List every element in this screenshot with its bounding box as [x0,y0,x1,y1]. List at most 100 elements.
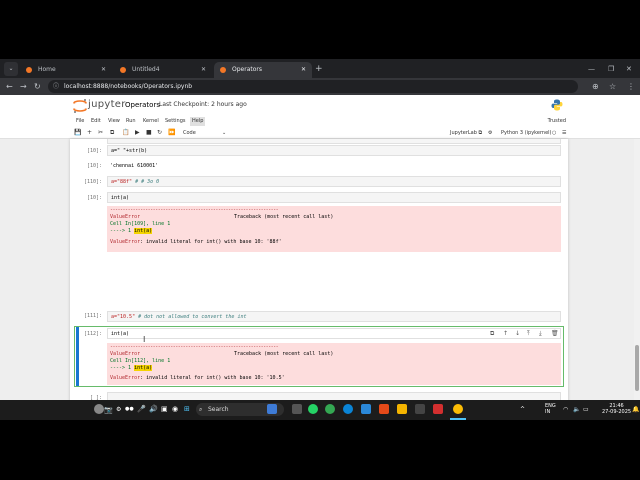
gear-icon[interactable]: ⚙ [488,128,492,138]
menu-run[interactable]: Run [124,117,138,126]
input-prompt: [111]: [83,313,102,319]
back-icon[interactable]: ← [6,80,13,93]
menu-settings[interactable]: Settings [163,117,188,126]
browser-tab-bar: ⌄ Home ✕ Untitled4 ✕ Operators ✕ + — ❐ ✕ [0,59,640,78]
language-indicator[interactable]: ENG IN [545,403,556,415]
move-down-icon[interactable]: ↓ [515,330,520,337]
url-input[interactable]: ⓘ localhost:8888/notebooks/Operators.ipy… [48,80,578,93]
widgets-icon[interactable] [94,404,104,414]
speaker-icon[interactable]: 🔈 [573,406,580,413]
reload-icon[interactable]: ↻ [34,80,41,93]
task-view-icon[interactable] [292,404,302,414]
jupyter-favicon-icon [120,67,126,73]
fast-forward-icon[interactable]: ⏩ [168,128,175,138]
paste-icon[interactable]: 📋 [122,128,129,138]
menu-file[interactable]: File [74,117,86,126]
settings-tray-icon[interactable]: ⚙ [116,406,121,413]
jupyter-menu-bar: File Edit View Run Kernel Settings Help … [0,116,640,127]
chrome-active-icon[interactable] [453,404,463,414]
empty-code-cell-input[interactable] [107,392,561,400]
checkpoint-status: Last Checkpoint: 2 hours ago [159,101,247,108]
close-window-icon[interactable]: ✕ [626,62,632,76]
insert-above-icon[interactable]: ⤒ [527,330,530,338]
notebook-title[interactable]: Operators [125,101,160,109]
restart-icon[interactable]: ↻ [157,128,162,138]
stop-icon[interactable]: ■ [146,128,152,138]
scrollbar-thumb[interactable] [635,345,639,391]
chrome-icon[interactable] [325,404,335,414]
stats-icon: ●● [125,406,134,412]
jupyterlab-button[interactable]: JupyterLab ⧉ [450,128,482,138]
code-cell-input[interactable]: a=" "+str(b) [107,145,561,156]
record-icon[interactable]: ◉ [172,405,178,413]
browser-tab-home[interactable]: Home ✕ [20,62,112,78]
clock[interactable]: 21:46 27-09-2025 [602,403,631,415]
whatsapp-icon[interactable] [308,404,318,414]
hamburger-icon[interactable]: ☰ [562,128,566,138]
microphone-icon[interactable]: 🎤 [137,405,146,413]
menu-view[interactable]: View [106,117,122,126]
notification-icon[interactable]: 🔔 [632,406,639,413]
bookmark-star-icon[interactable]: ☆ [609,80,616,93]
cell-output: 'chennai 610001' [110,163,159,169]
notebook-toolbar: 💾 + ✂ ⧉ 📋 ▶ ■ ↻ ⏩ Code ⌄ JupyterLab ⧉ ⚙ … [0,127,640,139]
code-cell-input[interactable]: a="10.5" # dot not allowed to convert th… [107,311,561,322]
trusted-indicator[interactable]: Trusted [548,117,566,126]
close-tab-icon[interactable]: ✕ [201,62,206,78]
edge-icon[interactable] [343,404,353,414]
code-cell-input[interactable]: a="88f" # # 3o 0 [107,176,561,187]
insert-cell-icon[interactable]: + [87,128,92,138]
save-icon[interactable]: 💾 [74,128,81,138]
duplicate-cell-icon[interactable]: ⧉ [490,330,494,338]
output-prompt: [10]: [86,163,102,169]
close-tab-icon[interactable]: ✕ [101,62,106,78]
move-up-icon[interactable]: ↑ [503,330,508,337]
battery-icon[interactable]: ▭ [583,406,589,413]
input-prompt: [10]: [86,148,102,154]
tab-search-button[interactable]: ⌄ [4,62,18,76]
error-output: ----------------------------------------… [107,206,561,252]
terminal-icon[interactable] [415,404,425,414]
chrome-menu-icon[interactable]: ⋮ [627,80,635,93]
code-cell-input[interactable] [107,139,561,144]
kernel-name[interactable]: Python 3 (ipykernel) [501,128,552,138]
close-tab-icon[interactable]: ✕ [301,62,306,78]
volume-icon[interactable]: 🔊 [149,405,158,413]
browser-address-bar: ← → ↻ ⓘ localhost:8888/notebooks/Operato… [0,78,640,95]
install-app-icon[interactable]: ⊕ [592,80,599,93]
text-cursor-icon: I [143,335,146,344]
tray-overflow-icon[interactable]: ^ [520,406,525,413]
delete-cell-icon[interactable]: 🗑 [551,330,559,337]
windows-start-icon[interactable]: ⊞ [184,405,190,413]
forward-icon[interactable]: → [20,80,27,93]
minimize-icon[interactable]: — [588,62,595,76]
camera-icon[interactable]: 📷 [104,406,113,414]
site-info-icon[interactable]: ⓘ [53,80,59,93]
jupyter-logo-icon[interactable] [72,98,88,114]
office-icon[interactable] [379,404,389,414]
run-icon[interactable]: ▶ [135,128,140,138]
menu-edit[interactable]: Edit [89,117,103,126]
kernel-status-icon: ○ [552,130,557,136]
input-prompt: [112]: [83,331,102,337]
app-icon[interactable] [433,404,443,414]
code-cell-input[interactable]: int(a) [107,192,561,203]
restore-icon[interactable]: ❐ [608,62,614,76]
menu-help[interactable]: Help [190,117,206,126]
browser-tab-operators[interactable]: Operators ✕ [214,62,312,78]
wifi-icon[interactable]: ◠ [563,406,568,413]
file-explorer-icon[interactable] [397,404,407,414]
chevron-down-icon[interactable]: ⌄ [222,128,226,138]
insert-below-icon[interactable]: ⤓ [539,330,542,338]
jupyter-wordmark: jupyter [88,99,126,110]
jupyter-header: jupyter Operators Last Checkpoint: 2 hou… [0,95,640,116]
menu-kernel[interactable]: Kernel [141,117,161,126]
browser-tab-untitled4[interactable]: Untitled4 ✕ [114,62,212,78]
copy-icon[interactable]: ⧉ [110,128,114,138]
screen-record-icon[interactable]: ▣ [161,405,168,413]
store-icon[interactable] [361,404,371,414]
new-tab-button[interactable]: + [315,62,323,76]
page-scrollbar[interactable] [634,139,640,400]
cut-icon[interactable]: ✂ [98,128,103,138]
cell-type-select[interactable]: Code [183,128,196,138]
